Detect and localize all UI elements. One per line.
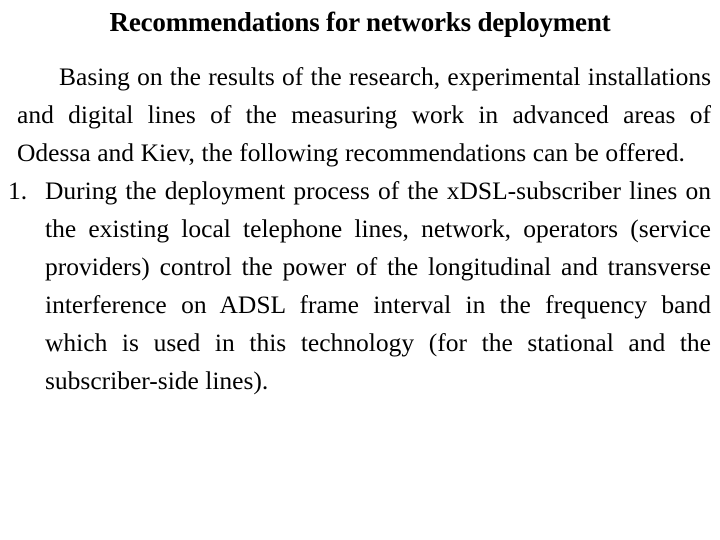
list-item-marker: 1.	[8, 176, 28, 205]
list-item-text: During the deployment process of the xDS…	[45, 176, 711, 395]
page-title: Recommendations for networks deployment	[109, 7, 611, 37]
list-item: 1. During the deployment process of the …	[0, 172, 720, 400]
slide-canvas: Recommendations for networks deployment …	[0, 0, 720, 540]
recommendations-list: 1. During the deployment process of the …	[0, 172, 720, 400]
intro-paragraph: Basing on the results of the research, e…	[17, 62, 711, 167]
slide-body: Basing on the results of the research, e…	[0, 58, 720, 400]
